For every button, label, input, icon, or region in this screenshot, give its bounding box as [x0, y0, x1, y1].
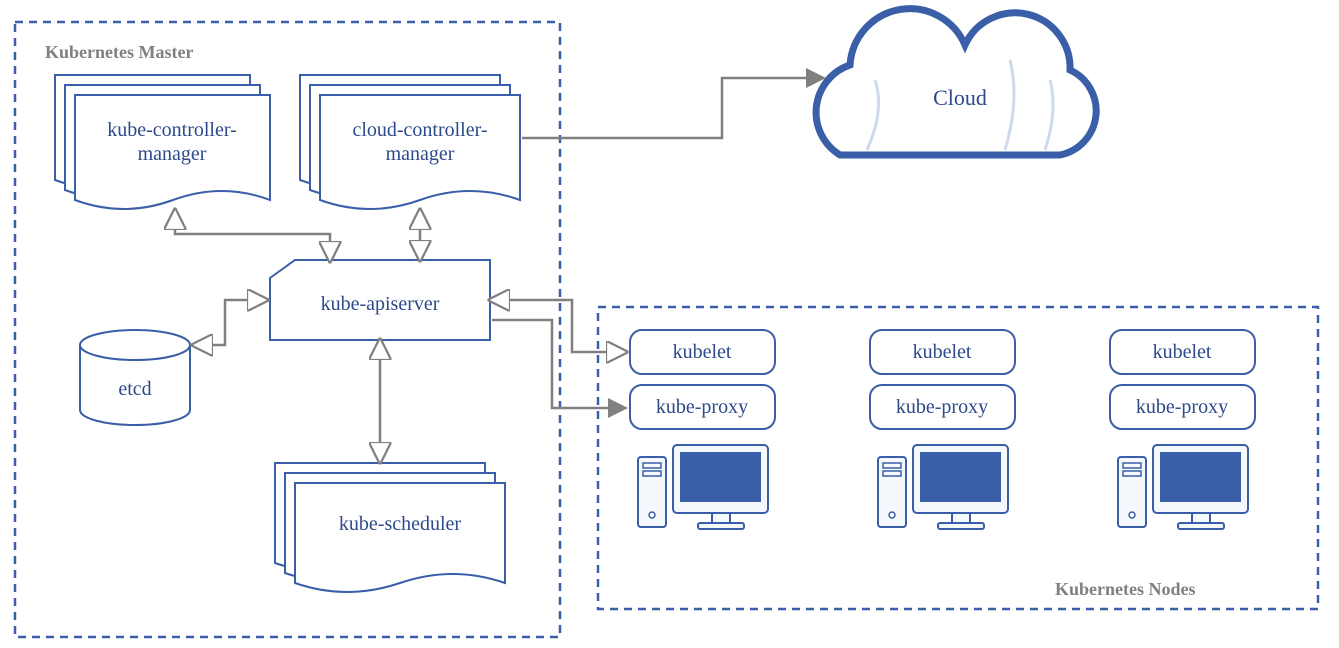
kubeproxy-label-3: kube-proxy [1136, 396, 1228, 418]
cloud-controller-manager-stack: cloud-controller- manager [300, 75, 520, 209]
kube-apiserver-doc: kube-apiserver [270, 260, 490, 340]
arrow-ccm-cloud [522, 78, 822, 138]
kubeproxy-label-1: kube-proxy [656, 396, 748, 418]
etcd-label: etcd [118, 378, 151, 400]
kubelet-label-2: kubelet [913, 341, 972, 363]
etcd-cylinder: etcd [80, 330, 190, 425]
arrow-apiserver-kubeproxy [492, 320, 624, 408]
arrow-kcm-apiserver [175, 212, 330, 259]
node-2: kubelet kube-proxy [870, 330, 1015, 529]
cloud-label: Cloud [933, 85, 987, 110]
kcm-line1: kube-controller- [107, 119, 237, 141]
kubelet-label-3: kubelet [1153, 341, 1212, 363]
nodes-title: Kubernetes Nodes [1055, 579, 1196, 599]
kube-controller-manager-stack: kube-controller- manager [55, 75, 270, 209]
computer-icon-2 [878, 445, 1008, 529]
node-3: kubelet kube-proxy [1110, 330, 1255, 529]
master-title: Kubernetes Master [45, 42, 193, 62]
kcm-line2: manager [138, 143, 207, 165]
computer-icon-3 [1118, 445, 1248, 529]
arrow-apiserver-etcd [195, 300, 265, 345]
architecture-diagram: Kubernetes Master Kubernetes Nodes kube-… [0, 0, 1339, 648]
apiserver-label: kube-apiserver [321, 293, 440, 315]
ccm-line2: manager [386, 143, 455, 165]
ccm-line1: cloud-controller- [352, 119, 487, 141]
scheduler-label: kube-scheduler [339, 513, 462, 535]
computer-icon-1 [638, 445, 768, 529]
kube-scheduler-stack: kube-scheduler [275, 463, 505, 592]
cloud-icon: Cloud [816, 9, 1096, 155]
kubeproxy-label-2: kube-proxy [896, 396, 988, 418]
node-1: kubelet kube-proxy [630, 330, 775, 529]
kubelet-label-1: kubelet [673, 341, 732, 363]
